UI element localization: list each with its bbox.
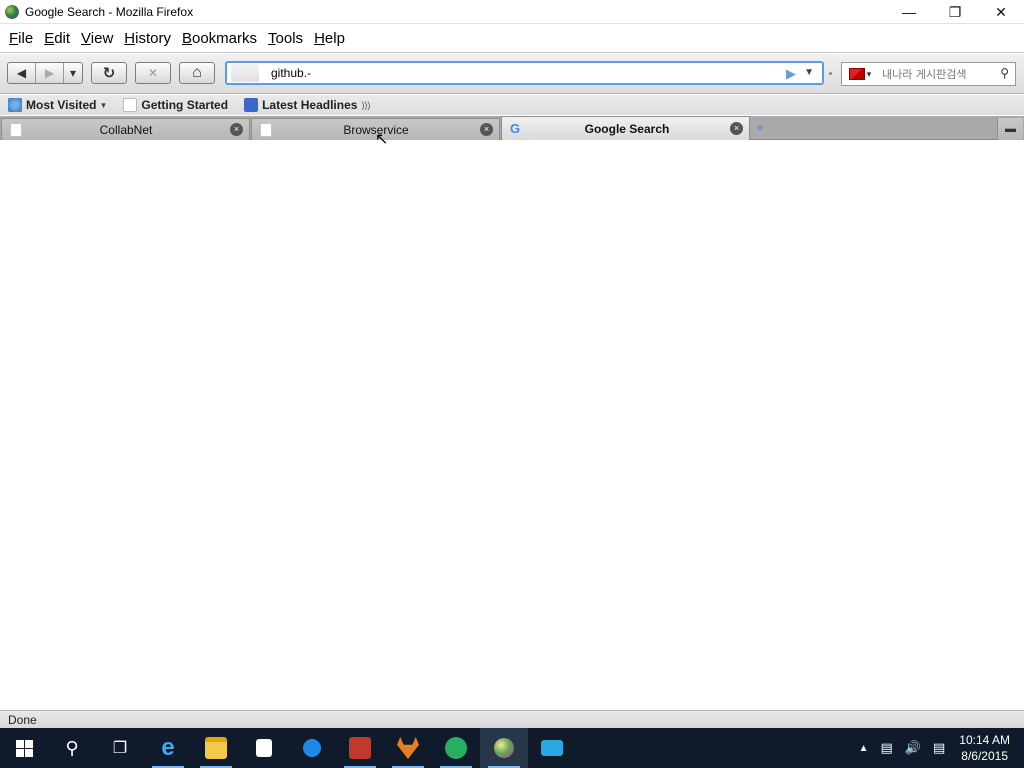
reload-button[interactable]: ↻	[91, 62, 127, 84]
store-icon	[256, 739, 272, 757]
close-button[interactable]: ✕	[978, 0, 1024, 24]
volume-icon[interactable]: 🔊	[905, 740, 921, 756]
search-icon[interactable]: ⚲	[1000, 66, 1009, 80]
url-dropdown-icon[interactable]: ▼	[804, 67, 814, 78]
go-icon[interactable]: ▶	[786, 66, 796, 82]
globe-icon	[303, 739, 321, 757]
internet-explorer-icon: e	[161, 734, 175, 761]
stop-icon: ✕	[147, 66, 159, 80]
windows-icon	[15, 739, 33, 757]
page-content[interactable]	[0, 141, 1024, 709]
new-tab-button[interactable]: +	[753, 121, 767, 135]
taskbar-red-app[interactable]	[336, 728, 384, 768]
task-view-button[interactable]: ❐	[96, 728, 144, 768]
bookmark-most-visited[interactable]: Most Visited ▼	[8, 98, 107, 112]
tab-collabnet[interactable]: CollabNet ×	[1, 118, 250, 140]
back-arrow-icon: ◀	[16, 66, 27, 80]
taskbar-file-explorer[interactable]	[192, 728, 240, 768]
menu-bookmarks[interactable]: Bookmarks	[177, 30, 263, 47]
taskbar-firefox[interactable]	[480, 728, 528, 768]
window-controls: — ❐ ✕	[886, 0, 1024, 24]
search-button[interactable]: ⚲	[48, 728, 96, 768]
clock-time: 10:14 AM	[959, 733, 1010, 747]
menu-help[interactable]: Help	[309, 30, 351, 47]
taskbar-internet-explorer[interactable]: e	[144, 728, 192, 768]
menu-view[interactable]: View	[76, 30, 119, 47]
search-engine-icon	[848, 68, 865, 80]
clock-date: 8/6/2015	[961, 749, 1008, 763]
firefox-icon	[5, 4, 19, 19]
taskbar-store[interactable]	[240, 728, 288, 768]
tab-google-search[interactable]: G Google Search ×	[501, 116, 750, 140]
green-app-icon	[445, 737, 467, 759]
page-icon	[10, 122, 22, 137]
most-visited-icon	[8, 98, 22, 112]
folder-icon	[205, 737, 227, 759]
tab-strip: CollabNet × Browservice × G Google Searc…	[0, 116, 1024, 140]
window-title: Google Search - Mozilla Firefox	[25, 4, 194, 19]
menu-bar: File Edit View History Bookmarks Tools H…	[0, 25, 1024, 53]
home-button[interactable]: ⌂	[179, 62, 215, 84]
url-input[interactable]	[271, 66, 751, 80]
menu-file[interactable]: File	[4, 30, 39, 47]
search-icon: ⚲	[65, 737, 79, 758]
forward-arrow-icon: ▶	[44, 66, 55, 80]
back-forward-group: ◀ ▶ ▾	[7, 62, 83, 84]
gitlab-icon	[397, 737, 419, 759]
menu-edit[interactable]: Edit	[39, 30, 76, 47]
bookmark-latest-headlines[interactable]: Latest Headlines )))	[244, 98, 370, 112]
red-app-icon	[349, 737, 371, 759]
tab-close-icon[interactable]: ×	[730, 122, 743, 135]
forward-button[interactable]: ▶	[36, 63, 64, 83]
page-icon	[260, 122, 272, 137]
task-view-icon: ❐	[112, 740, 128, 757]
mouse-cursor-icon: ↖	[375, 131, 389, 148]
tab-close-icon[interactable]: ×	[230, 123, 243, 136]
search-engine-selector[interactable]: ▾	[844, 65, 876, 83]
search-input[interactable]: 내나라 게시판검색	[882, 66, 966, 82]
feed-icon	[244, 98, 259, 112]
minimize-button[interactable]: —	[886, 0, 932, 24]
search-bar[interactable]: ▾ 내나라 게시판검색 ⚲	[841, 62, 1016, 86]
action-center-icon[interactable]: ▤	[933, 740, 945, 756]
chevron-down-icon: ▾	[866, 68, 872, 79]
stop-button[interactable]: ✕	[135, 62, 171, 84]
status-bar: Done	[0, 710, 1024, 728]
bookmark-getting-started[interactable]: Getting Started	[123, 98, 228, 112]
url-bar[interactable]: ▶ ▼	[225, 61, 824, 85]
taskbar-remote-app[interactable]	[528, 728, 576, 768]
menu-tools[interactable]: Tools	[263, 30, 309, 47]
bookmarks-toolbar: Most Visited ▼ Getting Started Latest He…	[0, 95, 1024, 115]
firefox-icon	[494, 738, 514, 758]
system-tray: ▲ ▤ 🔊 ▤ 10:14 AM 8/6/2015	[853, 728, 1024, 768]
home-icon: ⌂	[192, 64, 202, 81]
taskbar-green-app[interactable]	[432, 728, 480, 768]
clock[interactable]: 10:14 AM 8/6/2015	[959, 732, 1010, 764]
chevron-down-icon: ▼	[99, 100, 108, 110]
maximize-button[interactable]: ❐	[932, 0, 978, 24]
toolbar-separator	[829, 72, 832, 75]
site-identity-icon[interactable]	[231, 64, 259, 82]
show-hidden-icons-icon[interactable]: ▲	[859, 743, 869, 754]
start-button[interactable]	[0, 728, 48, 768]
network-icon[interactable]: ▤	[881, 740, 893, 756]
taskbar: ⚲ ❐ e ▲ ▤ 🔊 ▤ 10:14 AM 8/6/2015	[0, 728, 1024, 768]
google-icon: G	[510, 120, 521, 136]
back-button[interactable]: ◀	[8, 63, 36, 83]
history-dropdown-button[interactable]: ▾	[64, 63, 82, 83]
tab-close-icon[interactable]: ×	[480, 123, 493, 136]
remote-app-icon	[541, 740, 563, 756]
tab-list-button[interactable]: ▬	[997, 118, 1023, 140]
tab-list-icon: ▬	[1005, 123, 1016, 135]
rss-icon: )))	[361, 100, 371, 110]
taskbar-network-app[interactable]	[288, 728, 336, 768]
title-bar: Google Search - Mozilla Firefox — ❐ ✕	[0, 0, 1024, 24]
menu-history[interactable]: History	[119, 30, 177, 47]
page-icon	[123, 98, 138, 112]
status-text: Done	[8, 712, 37, 727]
chevron-down-icon: ▾	[69, 66, 77, 80]
taskbar-gitlab[interactable]	[384, 728, 432, 768]
reload-icon: ↻	[102, 65, 116, 82]
navigation-toolbar: ◀ ▶ ▾ ↻ ✕ ⌂ ▶ ▼ ▾ 내나라 게시판검색 ⚲	[0, 54, 1024, 94]
